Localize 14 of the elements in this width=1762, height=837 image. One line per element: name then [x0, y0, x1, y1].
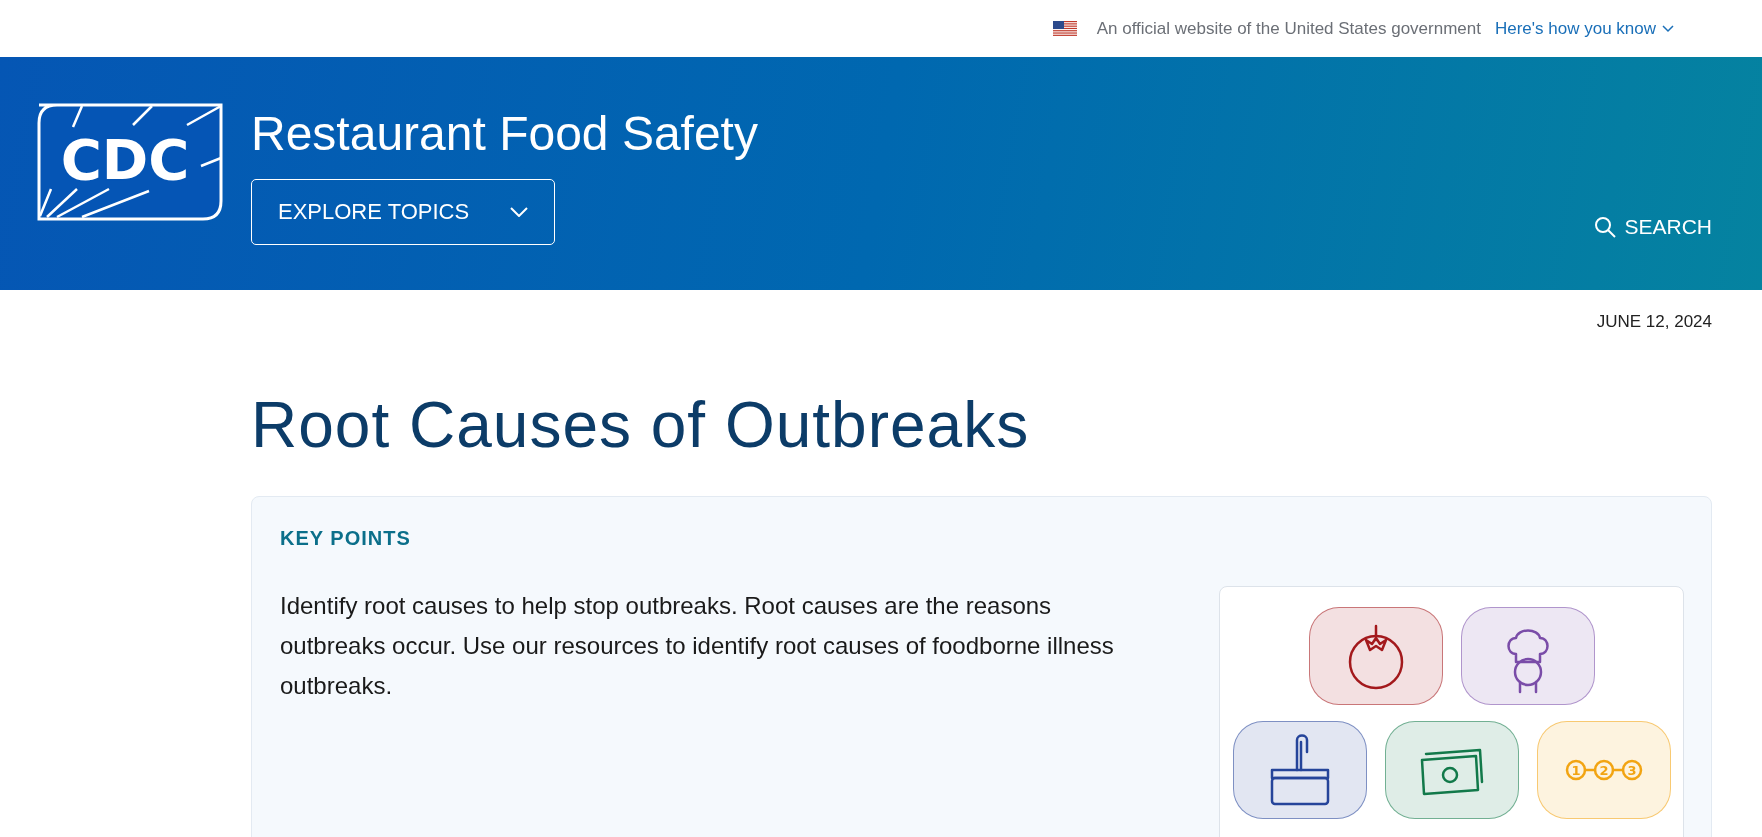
- key-points-text: Identify root causes to help stop outbreaks. Root causes are the reasons outbreaks occur. Use our resources to identify root causes of foodborne illness outbreaks.: [280, 591, 1115, 701]
- official-website-text: An official website of the United States government: [1096, 18, 1481, 39]
- explore-topics-button[interactable]: EXPLORE TOPICS: [251, 179, 555, 245]
- chevron-down-icon: [1662, 24, 1674, 33]
- key-points-heading: KEY POINTS: [280, 527, 412, 550]
- us-flag-icon: [1052, 20, 1077, 37]
- search-icon: [1594, 216, 1617, 238]
- chevron-down-icon: [510, 207, 528, 217]
- date-text: JUNE 12, 2024: [1596, 312, 1712, 332]
- search-button[interactable]: SEARCH: [1594, 215, 1712, 239]
- site-title[interactable]: Restaurant Food Safety: [251, 103, 758, 165]
- page-title: Root Causes of Outbreaks: [251, 388, 1031, 462]
- cdc-logo[interactable]: CDC: [37, 103, 223, 221]
- heres-how-you-know-link[interactable]: Here's how you know: [1494, 18, 1674, 39]
